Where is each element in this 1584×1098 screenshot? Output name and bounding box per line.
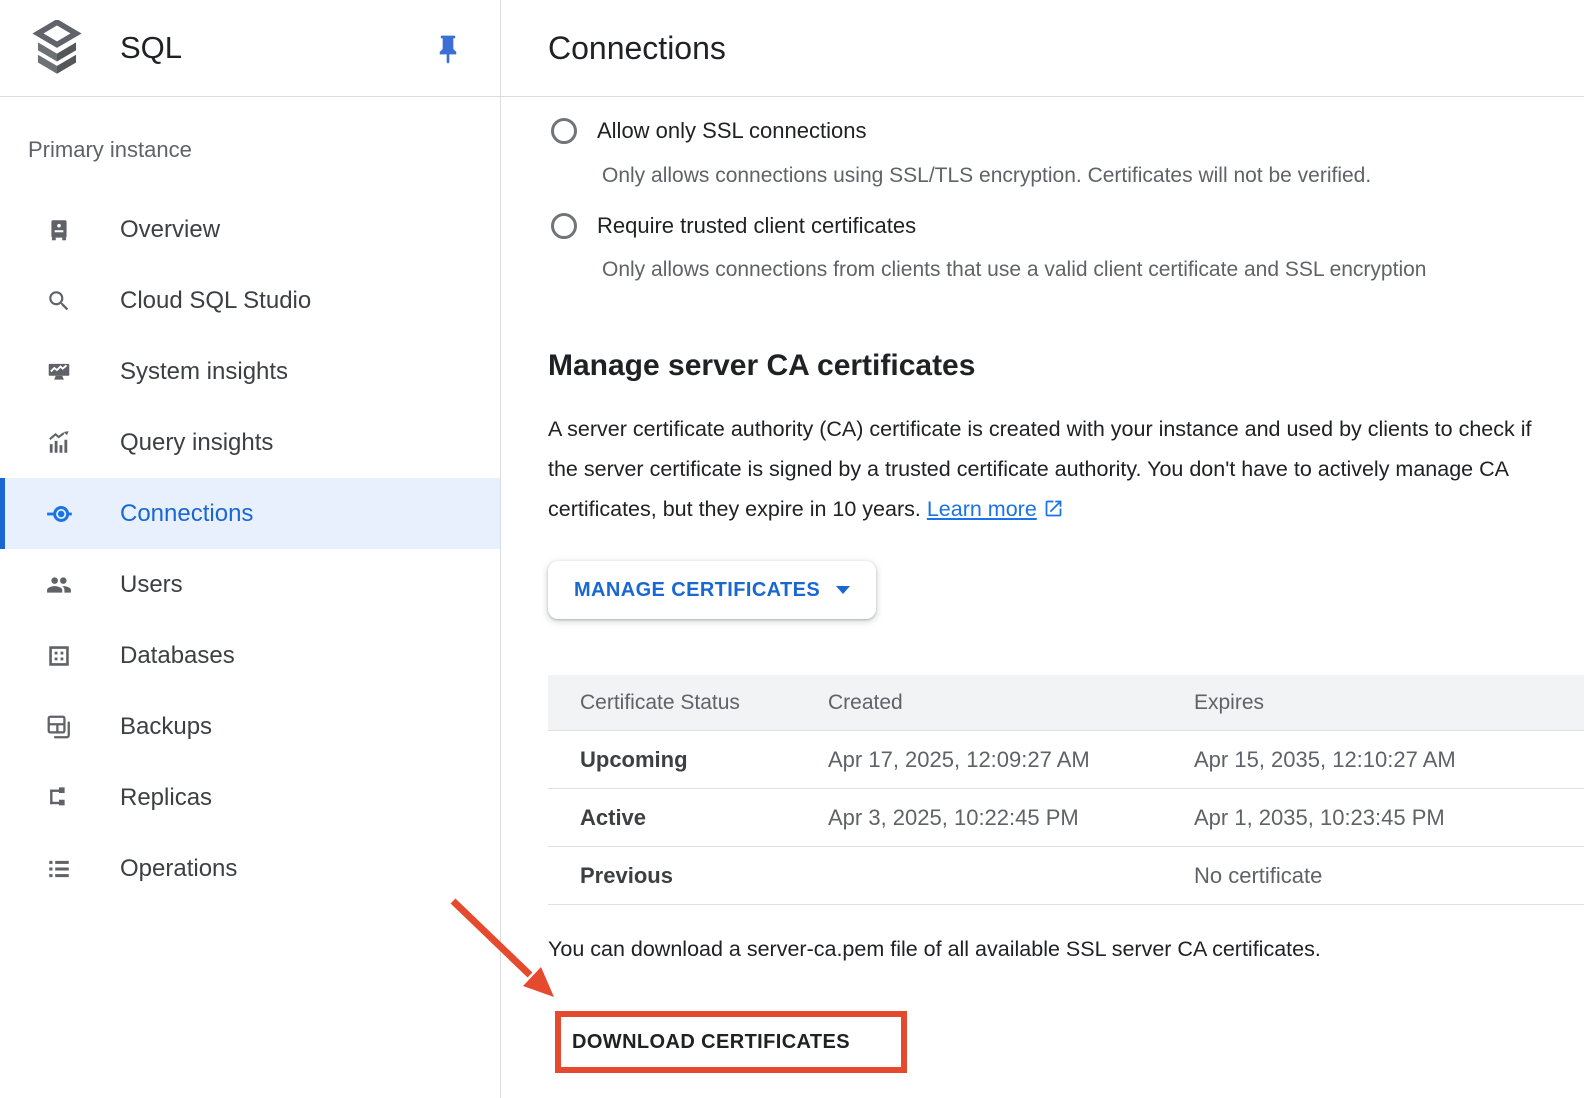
manage-ca-heading: Manage server CA certificates [548,349,975,383]
sidebar-item-label: Backups [120,713,212,741]
sidebar-item-operations[interactable]: Operations [0,833,500,904]
column-header-expires: Expires [1194,691,1584,715]
sidebar-section-label: Primary instance [28,137,500,163]
learn-more-link[interactable]: Learn more [927,497,1064,521]
cloud-sql-logo-icon [30,20,84,76]
connections-icon [46,501,72,527]
sidebar-item-label: Operations [120,855,237,883]
cert-expires: Apr 1, 2035, 10:23:45 PM [1194,805,1584,831]
cert-created: Apr 17, 2025, 12:09:27 AM [828,747,1194,773]
replicas-icon [46,785,72,811]
sidebar-item-label: Databases [120,642,235,670]
cert-created: Apr 3, 2025, 10:22:45 PM [828,805,1194,831]
open-in-new-icon [1043,498,1064,519]
radio-label: Allow only SSL connections [597,118,866,144]
sidebar-item-system-insights[interactable]: System insights [0,336,500,407]
cert-status: Upcoming [548,747,828,773]
sidebar: SQL Primary instance Overview [0,0,501,1098]
sidebar-header: SQL [0,0,500,97]
table-header-row: Certificate Status Created Expires [548,675,1584,731]
certificates-table: Certificate Status Created Expires Upcom… [548,675,1584,905]
databases-icon [46,643,72,669]
radio-allow-only-ssl[interactable]: Allow only SSL connections [551,118,866,144]
column-header-created: Created [828,691,1194,715]
sidebar-item-cloud-sql-studio[interactable]: Cloud SQL Studio [0,265,500,336]
sidebar-item-label: Connections [120,500,253,528]
users-icon [46,572,72,598]
main-content: Connections Allow only SSL connections O… [501,0,1584,1098]
cert-status: Active [548,805,828,831]
sidebar-item-label: System insights [120,358,288,386]
sidebar-item-users[interactable]: Users [0,549,500,620]
table-row: Previous No certificate [548,847,1584,905]
sidebar-item-label: Overview [120,216,220,244]
sidebar-item-label: Query insights [120,429,273,457]
cert-expires: Apr 15, 2035, 12:10:27 AM [1194,747,1584,773]
table-row: Upcoming Apr 17, 2025, 12:09:27 AM Apr 1… [548,731,1584,789]
sidebar-item-databases[interactable]: Databases [0,620,500,691]
download-certificates-button[interactable]: DOWNLOAD CERTIFICATES [561,1017,901,1067]
manage-certificates-button[interactable]: MANAGE CERTIFICATES [548,561,876,619]
download-note: You can download a server-ca.pem file of… [548,937,1321,962]
cert-status: Previous [548,863,828,889]
sidebar-item-overview[interactable]: Overview [0,194,500,265]
radio-description: Only allows connections from clients tha… [602,258,1426,282]
sidebar-item-label: Cloud SQL Studio [120,287,311,315]
radio-description: Only allows connections using SSL/TLS en… [602,164,1371,188]
sidebar-item-label: Users [120,571,183,599]
search-icon [46,288,72,314]
sidebar-item-backups[interactable]: Backups [0,691,500,762]
system-insights-icon [46,359,72,385]
pin-icon[interactable] [432,32,464,66]
annotation-highlight-box: DOWNLOAD CERTIFICATES [555,1011,907,1073]
radio-require-trusted-certs[interactable]: Require trusted client certificates [551,213,916,239]
sidebar-item-query-insights[interactable]: Query insights [0,407,500,478]
table-row: Active Apr 3, 2025, 10:22:45 PM Apr 1, 2… [548,789,1584,847]
dropdown-caret-icon [836,586,850,594]
sidebar-item-replicas[interactable]: Replicas [0,762,500,833]
operations-icon [46,856,72,882]
query-insights-icon [46,430,72,456]
radio-circle-icon[interactable] [551,213,577,239]
backups-icon [46,714,72,740]
radio-circle-icon[interactable] [551,118,577,144]
cert-expires: No certificate [1194,863,1584,889]
overview-icon [46,217,72,243]
column-header-status: Certificate Status [548,691,828,715]
radio-label: Require trusted client certificates [597,213,916,239]
app-title: SQL [120,30,182,66]
page-title: Connections [548,30,726,67]
sidebar-nav: Overview Cloud SQL Studio System insight… [0,194,500,904]
sidebar-item-label: Replicas [120,784,212,812]
cloud-sql-connections-page: { "app": { "title": "SQL" }, "sidebar": … [0,0,1584,1098]
page-header: Connections [501,0,1584,97]
manage-ca-description: A server certificate authority (CA) cert… [548,409,1556,529]
sidebar-item-connections[interactable]: Connections [0,478,500,549]
